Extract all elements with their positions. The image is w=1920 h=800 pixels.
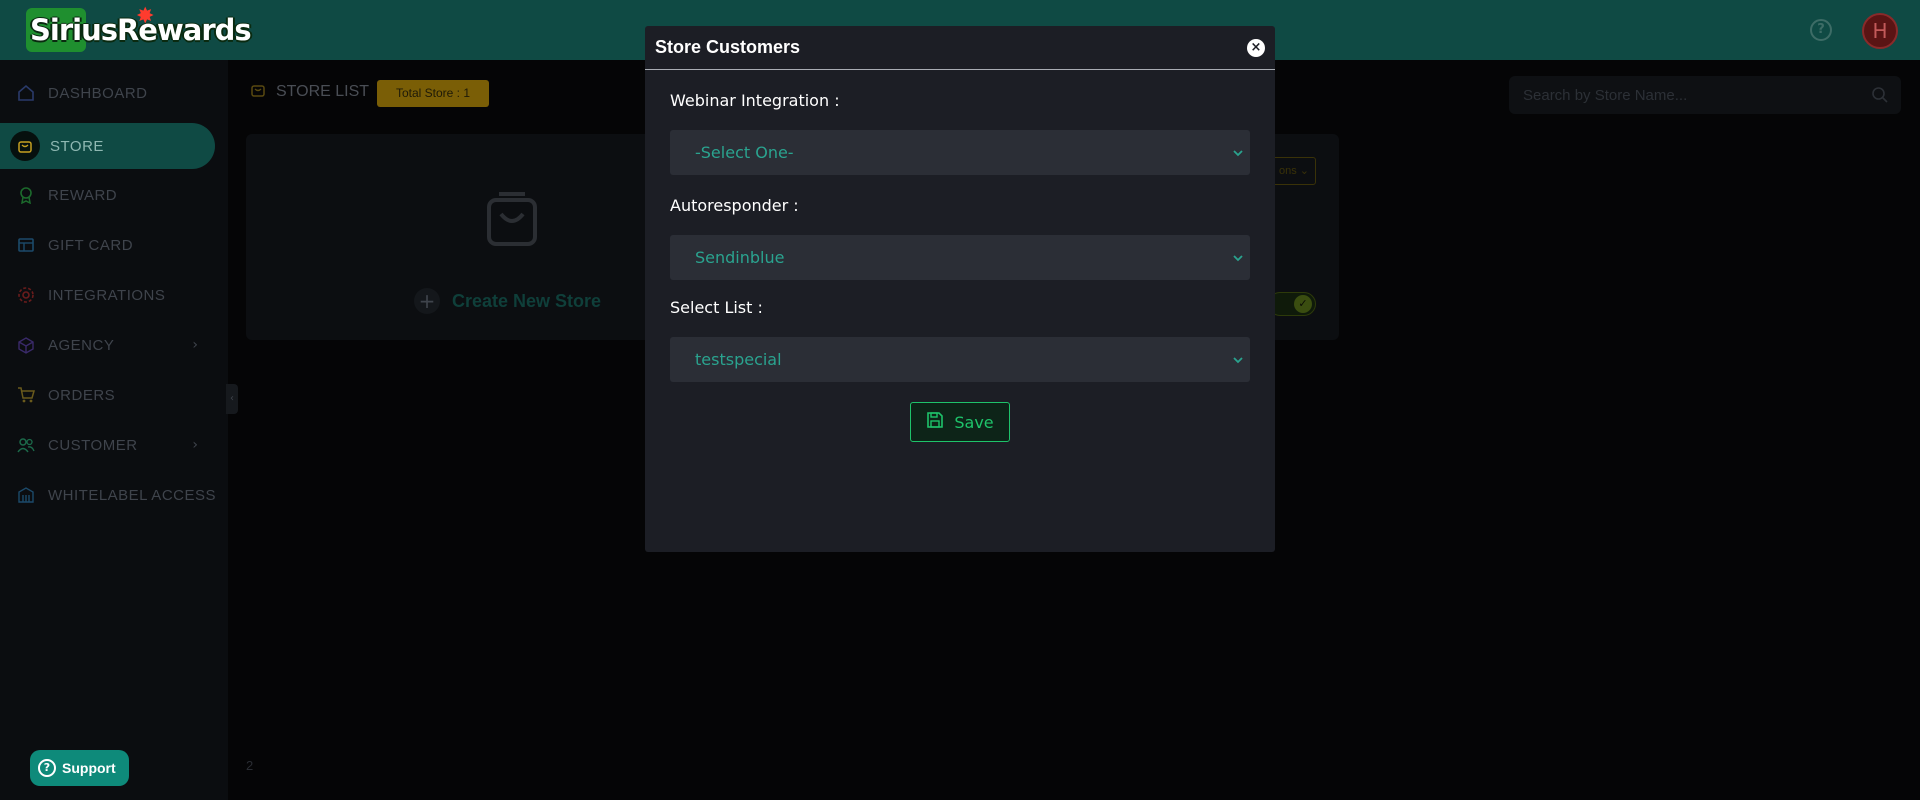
total-store-badge: Total Store : 1 [377, 80, 489, 107]
search-icon[interactable] [1871, 86, 1889, 108]
plus-icon: + [414, 288, 440, 314]
sidebar-item-label: REWARD [48, 186, 118, 204]
chevron-down-icon [1232, 144, 1244, 163]
select-list-select[interactable]: testspecial [670, 337, 1250, 382]
sidebar-item-label: GIFT CARD [48, 236, 134, 254]
save-button[interactable]: Save [910, 402, 1010, 442]
sidebar-item-label: AGENCY [48, 336, 115, 354]
sidebar-item-gift-card[interactable]: GIFT CARD [0, 222, 228, 268]
sidebar-item-label: WHITELABEL ACCESS [48, 486, 216, 504]
check-icon: ✓ [1294, 295, 1312, 313]
pagination-indicator: 2 [246, 758, 254, 773]
store-search [1509, 76, 1901, 114]
card-icon [16, 235, 36, 255]
save-icon [926, 411, 944, 433]
select-list-label: Select List : [670, 298, 763, 317]
sidebar-item-orders[interactable]: ORDERS [0, 372, 228, 418]
chevron-right-icon: › [192, 437, 198, 453]
cart-icon [16, 385, 36, 405]
sidebar-item-label: ORDERS [48, 386, 116, 404]
sidebar-item-label: STORE [50, 137, 104, 155]
sidebar-item-reward[interactable]: REWARD [0, 172, 228, 218]
sidebar-item-customer[interactable]: CUSTOMER › [0, 422, 228, 468]
sidebar-item-label: DASHBOARD [48, 84, 148, 102]
save-label: Save [954, 412, 994, 432]
select-value: Sendinblue [695, 248, 785, 267]
webinar-integration-label: Webinar Integration : [670, 91, 840, 110]
cube-icon [16, 335, 36, 355]
award-icon [16, 185, 36, 205]
bag-icon [250, 82, 266, 102]
sidebar-item-whitelabel-access[interactable]: WHITELABEL ACCESS [0, 472, 228, 518]
store-status-toggle[interactable]: ✓ [1268, 292, 1316, 316]
chevron-right-icon: › [192, 337, 198, 353]
bag-icon [10, 131, 40, 161]
sidebar-item-integrations[interactable]: INTEGRATIONS [0, 272, 228, 318]
sidebar-item-dashboard[interactable]: DASHBOARD [0, 70, 228, 116]
chevron-down-icon [1232, 249, 1244, 268]
page-title-text: STORE LIST [276, 83, 370, 100]
sidebar-item-store[interactable]: STORE [0, 123, 215, 169]
actions-label: ons [1279, 165, 1297, 177]
shopping-bag-icon [485, 190, 539, 252]
support-label: Support [62, 760, 116, 776]
sidebar: DASHBOARD STORE REWARD GIFT CARD INTEGRA… [0, 60, 228, 800]
page-title: STORE LIST [250, 82, 369, 102]
gear-icon [16, 285, 36, 305]
star-icon: ✸ [136, 4, 155, 29]
create-store-label: Create New Store [452, 290, 602, 311]
user-avatar[interactable]: H [1862, 13, 1898, 49]
modal-title: Store Customers [655, 37, 801, 57]
autoresponder-select[interactable]: Sendinblue [670, 235, 1250, 280]
home-icon [16, 83, 36, 103]
help-icon[interactable]: ? [1810, 19, 1832, 41]
modal-header: Store Customers × [645, 26, 1275, 70]
select-value: testspecial [695, 350, 782, 369]
autoresponder-label: Autoresponder : [670, 196, 799, 215]
search-input[interactable] [1509, 76, 1901, 114]
create-new-store-button[interactable]: + Create New Store [414, 288, 601, 314]
sidebar-collapse-toggle[interactable]: ‹ [226, 384, 238, 414]
users-icon [16, 435, 36, 455]
sidebar-item-agency[interactable]: AGENCY › [0, 322, 228, 368]
webinar-integration-select[interactable]: -Select One- [670, 130, 1250, 175]
sidebar-item-label: CUSTOMER [48, 436, 138, 454]
brand-logo[interactable]: SiriusRewards ✸ [26, 4, 252, 52]
select-value: -Select One- [695, 143, 794, 162]
support-button[interactable]: ? Support [30, 750, 129, 786]
chevron-down-icon [1232, 351, 1244, 370]
store-customers-modal: Store Customers × Webinar Integration : … [645, 26, 1275, 552]
sidebar-item-label: INTEGRATIONS [48, 286, 166, 304]
close-icon[interactable]: × [1247, 39, 1265, 57]
building-icon [16, 485, 36, 505]
help-circle-icon: ? [38, 759, 56, 777]
